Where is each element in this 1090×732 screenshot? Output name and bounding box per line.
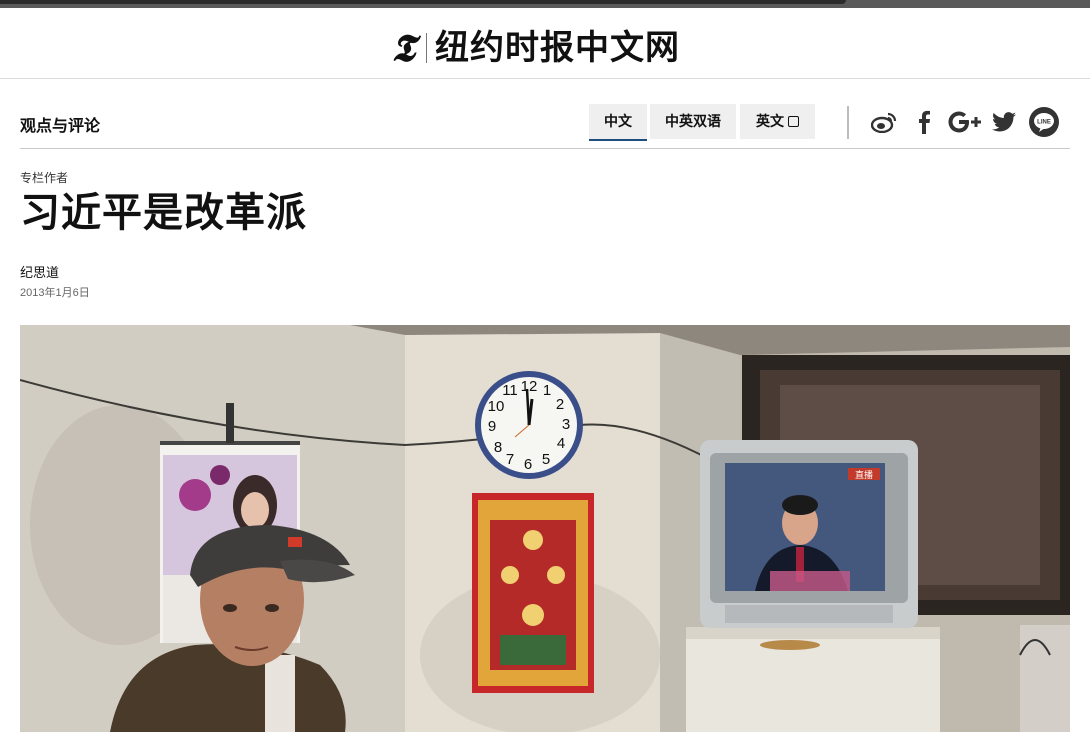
tab-chinese[interactable]: 中文 [589,104,647,141]
google-plus-icon[interactable] [948,106,982,138]
svg-text:2: 2 [556,396,564,413]
facebook-icon[interactable] [914,106,934,138]
tab-bilingual[interactable]: 中英双语 [650,104,736,139]
tv-live-badge: 直播 [855,469,873,481]
svg-text:1: 1 [543,382,551,399]
site-title: 纽约时报中文网 [435,28,680,68]
article-photo: 12 1 2 3 4 5 6 7 8 9 10 11 直播 [20,325,1070,732]
toolbar-divider [847,106,849,139]
weibo-icon[interactable] [870,106,898,138]
browser-top-strip [0,0,1090,8]
svg-text:12: 12 [521,378,538,395]
external-link-icon [788,116,799,127]
svg-text:8: 8 [494,439,502,456]
svg-text:7: 7 [506,451,514,468]
article-byline[interactable]: 纪思道 [20,262,59,281]
article-kicker[interactable]: 专栏作者 [20,169,68,186]
svg-text:10: 10 [488,398,505,415]
browser-tab-edge [0,0,846,4]
tab-english[interactable]: 英文 [740,104,815,139]
logo-separator [426,33,427,63]
svg-text:9: 9 [488,418,496,435]
svg-text:11: 11 [502,382,518,399]
svg-text:4: 4 [557,435,565,452]
section-bar: 观点与评论 中文 中英双语 英文 LINE [20,104,1070,149]
masthead: 𝕿 纽约时报中文网 [0,8,1090,79]
svg-text:LINE: LINE [1037,120,1051,126]
svg-text:3: 3 [562,416,570,433]
site-logo[interactable]: 𝕿 纽约时报中文网 [386,25,680,70]
nyt-t-logo-icon: 𝕿 [391,25,415,70]
tab-english-label: 英文 [756,113,784,129]
article-date: 2013年1月6日 [20,287,90,299]
tab-chinese-label: 中文 [604,113,632,129]
svg-text:5: 5 [542,451,550,468]
article-photo-illustration: 12 1 2 3 4 5 6 7 8 9 10 11 直播 [20,325,1070,732]
section-name-link[interactable]: 观点与评论 [20,112,100,136]
twitter-icon[interactable] [992,106,1016,138]
article-headline: 习近平是改革派 [20,191,307,235]
line-icon[interactable]: LINE [1028,106,1060,138]
tab-bilingual-label: 中英双语 [665,113,721,129]
svg-text:6: 6 [524,456,532,473]
